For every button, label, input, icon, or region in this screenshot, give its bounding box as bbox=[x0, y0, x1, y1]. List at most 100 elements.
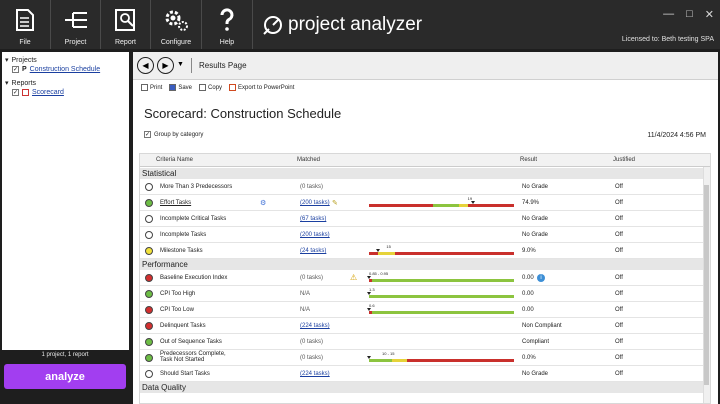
configure-label: Configure bbox=[160, 39, 192, 46]
criteria-name: More Than 3 Predecessors bbox=[160, 184, 233, 190]
bar-segment bbox=[369, 359, 393, 362]
tool-icon[interactable]: ⚙ bbox=[260, 199, 266, 207]
marker-icon bbox=[367, 276, 371, 279]
result-value: 74.9% bbox=[522, 200, 540, 206]
matched-count[interactable]: (24 tasks) bbox=[300, 248, 326, 254]
threshold-bar bbox=[369, 279, 514, 282]
matched-count[interactable]: (200 tasks) bbox=[300, 232, 330, 238]
file-button[interactable]: File bbox=[0, 0, 51, 49]
copy-icon bbox=[199, 84, 207, 91]
result-value: 0.00 bbox=[522, 291, 534, 297]
table-row[interactable]: Incomplete Tasks (200 tasks) No Grade Off bbox=[140, 227, 710, 243]
justified-value[interactable]: Off bbox=[615, 291, 623, 297]
report-link[interactable]: Scorecard bbox=[32, 89, 64, 96]
report-icon bbox=[114, 0, 138, 39]
analyze-button[interactable]: analyze bbox=[4, 364, 126, 389]
justified-value[interactable]: Off bbox=[615, 248, 623, 254]
matched-count[interactable]: (200 tasks) bbox=[300, 200, 330, 206]
table-row[interactable]: CPI Too Low N/A 0.6 0.00 Off bbox=[140, 302, 710, 318]
table-row[interactable]: Effort Tasks (200 tasks) 19 ⚙ ✎ 74.9% Off bbox=[140, 195, 710, 211]
criteria-name[interactable]: Effort Tasks bbox=[160, 200, 191, 206]
nav-title: Results Page bbox=[199, 61, 247, 70]
justified-value[interactable]: Off bbox=[615, 200, 623, 206]
pencil-icon[interactable]: ✎ bbox=[332, 199, 338, 207]
projects-label: Projects bbox=[11, 56, 37, 64]
tree-project-item[interactable]: ✓ P Construction Schedule bbox=[12, 66, 100, 73]
matched-count[interactable]: (67 tasks) bbox=[300, 216, 326, 222]
justified-value[interactable]: Off bbox=[615, 371, 623, 377]
print-button[interactable]: Print bbox=[141, 84, 162, 91]
group-by-option[interactable]: ✓ Group by category bbox=[144, 131, 203, 138]
matched-count[interactable]: (224 tasks) bbox=[300, 371, 330, 377]
table-row[interactable]: Milestone Tasks (24 tasks) 15 9.0% Off bbox=[140, 243, 710, 259]
table-row[interactable]: Delinquent Tasks (224 tasks) Non Compliant… bbox=[140, 318, 710, 334]
group-by-label: Group by category bbox=[154, 131, 204, 138]
copy-button[interactable]: Copy bbox=[199, 84, 222, 91]
table-row[interactable]: Incomplete Critical Tasks (67 tasks) No Gr… bbox=[140, 211, 710, 227]
justified-value[interactable]: Off bbox=[615, 323, 623, 329]
table-row[interactable]: Predecessors Complete, Task Not Started (… bbox=[140, 350, 710, 366]
bar-segment bbox=[371, 311, 514, 314]
table-row[interactable]: CPI Too High N/A 1.3 0.00 Off bbox=[140, 286, 710, 302]
scrollbar-thumb[interactable] bbox=[704, 185, 709, 385]
project-button[interactable]: Project bbox=[51, 0, 101, 49]
group-by-checkbox[interactable]: ✓ bbox=[144, 131, 151, 138]
tree-reports-node[interactable]: ▾ Reports bbox=[5, 79, 36, 88]
info-icon[interactable]: i bbox=[537, 274, 545, 282]
table-row[interactable]: More Than 3 Predecessors (0 tasks) No Grad… bbox=[140, 179, 710, 195]
table-row[interactable]: Should Start Tasks (224 tasks) No Grade Off bbox=[140, 366, 710, 382]
tree-projects-node[interactable]: ▾ Projects bbox=[5, 56, 37, 65]
configure-button[interactable]: Configure bbox=[151, 0, 202, 49]
justified-value[interactable]: Off bbox=[615, 355, 623, 361]
report-button[interactable]: Report bbox=[101, 0, 151, 49]
minimize-icon[interactable]: — bbox=[663, 8, 674, 21]
criteria-name: Incomplete Critical Tasks bbox=[160, 216, 227, 222]
criteria-name: Milestone Tasks bbox=[160, 248, 203, 254]
matched-count[interactable]: (224 tasks) bbox=[300, 323, 330, 329]
justified-value[interactable]: Off bbox=[615, 216, 623, 222]
report-checkbox[interactable]: ✓ bbox=[12, 89, 19, 96]
results-panel: ◀ ▶ ▼ Results Page Print Save Copy Expor… bbox=[133, 52, 718, 404]
expand-icon[interactable]: ▾ bbox=[5, 56, 9, 64]
copy-label: Copy bbox=[208, 84, 223, 91]
history-dropdown-icon[interactable]: ▼ bbox=[177, 61, 184, 68]
result-value: Non Compliant bbox=[522, 323, 562, 329]
close-icon[interactable]: ✕ bbox=[705, 8, 714, 21]
result-value: 0.0% bbox=[522, 355, 536, 361]
justified-value[interactable]: Off bbox=[615, 307, 623, 313]
result-value: No Grade bbox=[522, 232, 549, 238]
marker-icon bbox=[367, 292, 371, 295]
maximize-icon[interactable]: □ bbox=[686, 8, 693, 21]
project-checkbox[interactable]: ✓ bbox=[12, 66, 19, 73]
table-row[interactable]: Out of Sequence Tasks (0 tasks) Compliant O… bbox=[140, 334, 710, 350]
forward-icon[interactable]: ▶ bbox=[157, 57, 174, 74]
bar-segment bbox=[371, 279, 514, 282]
matched-count: (0 tasks) bbox=[300, 184, 324, 190]
report-date: 11/4/2024 4:56 PM bbox=[647, 132, 706, 139]
result-value: No Grade bbox=[522, 216, 549, 222]
expand-icon[interactable]: ▾ bbox=[5, 79, 9, 87]
bar-segment bbox=[467, 204, 514, 207]
export-button[interactable]: Export to PowerPoint bbox=[229, 84, 294, 91]
table-row[interactable]: Baseline Execution Index (0 tasks) 0.85 - … bbox=[140, 270, 710, 286]
justified-value[interactable]: Off bbox=[615, 275, 623, 281]
result-value: 9.0% bbox=[522, 248, 536, 254]
vertical-scrollbar[interactable] bbox=[703, 167, 710, 403]
help-button[interactable]: Help bbox=[202, 0, 253, 49]
marker-icon bbox=[367, 356, 371, 359]
threshold-bar bbox=[369, 359, 514, 362]
justified-value[interactable]: Off bbox=[615, 339, 623, 345]
bar-segment bbox=[432, 204, 459, 207]
status-indicator-icon bbox=[145, 322, 153, 330]
threshold-bar bbox=[369, 204, 514, 207]
status-indicator-icon bbox=[145, 354, 153, 362]
project-link[interactable]: Construction Schedule bbox=[30, 66, 100, 73]
tree-report-item[interactable]: ✓ Scorecard bbox=[12, 89, 64, 96]
justified-value[interactable]: Off bbox=[615, 232, 623, 238]
justified-value[interactable]: Off bbox=[615, 184, 623, 190]
back-icon[interactable]: ◀ bbox=[137, 57, 154, 74]
save-button[interactable]: Save bbox=[169, 84, 192, 91]
project-label: Project bbox=[64, 39, 87, 46]
threshold-bar bbox=[369, 295, 514, 298]
navigation-bar: ◀ ▶ ▼ Results Page bbox=[133, 52, 718, 80]
